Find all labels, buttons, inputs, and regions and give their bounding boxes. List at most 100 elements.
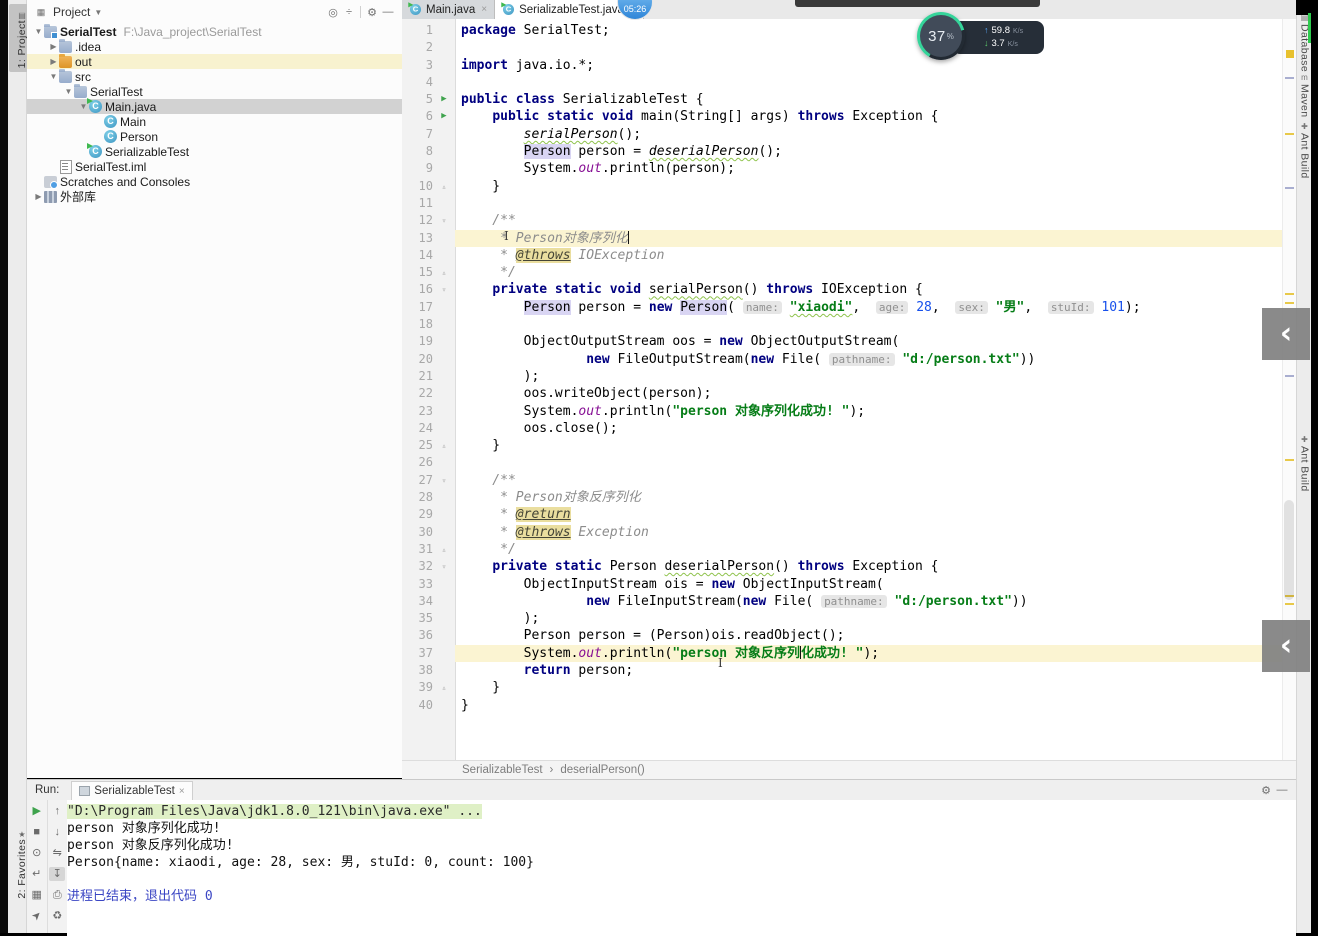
run-icon[interactable]: ▶ bbox=[29, 804, 45, 818]
collapse-left-chevron-overlay[interactable]: ‹ bbox=[1262, 308, 1310, 360]
editor-line[interactable]: 22 oos.writeObject(person); bbox=[402, 385, 1282, 402]
editor-line[interactable]: 4 bbox=[402, 74, 1282, 91]
code-editor[interactable]: 1package SerialTest;2 3import java.io.*;… bbox=[402, 19, 1282, 760]
fold-marker-icon[interactable]: ▵ bbox=[433, 679, 455, 696]
layout-icon[interactable]: ▦ bbox=[29, 888, 45, 902]
run-console-output[interactable]: "D:\Program Files\Java\jdk1.8.0_121\bin\… bbox=[67, 800, 1296, 936]
tree-item[interactable]: SerializableTest bbox=[27, 144, 402, 159]
camera-icon[interactable]: ⊙ bbox=[29, 846, 45, 860]
fold-marker-icon[interactable]: ▵ bbox=[433, 264, 455, 281]
collapse-left-chevron-overlay[interactable]: ‹ bbox=[1262, 620, 1310, 672]
fold-marker-icon[interactable]: ▿ bbox=[433, 472, 455, 489]
editor-scrollbar-thumb[interactable] bbox=[1284, 500, 1294, 600]
close-icon[interactable]: × bbox=[481, 4, 487, 15]
enter-icon[interactable]: ↵ bbox=[29, 867, 45, 881]
editor-line[interactable]: 31▵ */ bbox=[402, 541, 1282, 558]
editor-line[interactable]: 21 ); bbox=[402, 368, 1282, 385]
info-stripe-mark[interactable] bbox=[1285, 375, 1294, 377]
hide-panel-icon[interactable]: — bbox=[1274, 784, 1290, 796]
tree-collapse-chevron[interactable]: ▼ bbox=[48, 72, 59, 81]
toolwindow-tab-maven[interactable]: mMaven bbox=[1297, 73, 1312, 118]
editor-line[interactable]: 1package SerialTest; bbox=[402, 22, 1282, 39]
editor-line[interactable]: 17 Person person = new Person( name: "xi… bbox=[402, 299, 1282, 316]
editor-line[interactable]: 15▵ */ bbox=[402, 264, 1282, 281]
fold-marker-icon[interactable]: ▿ bbox=[433, 212, 455, 229]
editor-line[interactable]: 38 return person; bbox=[402, 662, 1282, 679]
editor-line[interactable]: 9 System.out.println(person); bbox=[402, 160, 1282, 177]
collapse-all-icon[interactable]: ÷ bbox=[341, 6, 357, 18]
editor-line[interactable]: 3import java.io.*; bbox=[402, 57, 1282, 74]
editor-tab-main-java[interactable]: Main.java× bbox=[402, 0, 495, 19]
tree-item[interactable]: ▼SerialTestF:\Java_project\SerialTest bbox=[27, 24, 402, 39]
breadcrumb-class[interactable]: SerializableTest bbox=[462, 764, 543, 776]
editor-line[interactable]: 37 System.out.println("person 对象反序列化成功! … bbox=[402, 645, 1282, 662]
toolwindow-tab-ant-build[interactable]: ✚Ant Build bbox=[1297, 435, 1312, 492]
tree-item[interactable]: ▼SerialTest bbox=[27, 84, 402, 99]
close-icon[interactable]: × bbox=[179, 786, 185, 797]
gear-icon[interactable]: ⚙ bbox=[364, 6, 380, 19]
wrap-icon[interactable]: ⇋ bbox=[49, 846, 65, 860]
editor-line[interactable]: 23 System.out.println("person 对象序列化成功! "… bbox=[402, 403, 1282, 420]
tree-item[interactable]: ▶out bbox=[27, 54, 402, 69]
tree-item[interactable]: SerialTest.iml bbox=[27, 159, 402, 174]
editor-line[interactable]: 26 bbox=[402, 454, 1282, 471]
tree-item[interactable]: Person bbox=[27, 129, 402, 144]
warning-stripe-mark[interactable] bbox=[1285, 603, 1294, 605]
cpu-usage-gauge-overlay[interactable]: 37 % bbox=[917, 12, 965, 60]
editor-line[interactable]: 14 * @throws IOException bbox=[402, 247, 1282, 264]
editor-line[interactable]: 19 ObjectOutputStream oos = new ObjectOu… bbox=[402, 333, 1282, 350]
project-panel-title[interactable]: Project bbox=[53, 5, 90, 19]
stop-icon[interactable]: ■ bbox=[29, 825, 45, 839]
tree-item[interactable]: ▼src bbox=[27, 69, 402, 84]
editor-line[interactable]: 11 bbox=[402, 195, 1282, 212]
hide-panel-icon[interactable]: — bbox=[380, 6, 396, 18]
editor-line[interactable]: 40} bbox=[402, 697, 1282, 714]
tree-item[interactable]: Scratches and Consoles bbox=[27, 174, 402, 189]
tree-item[interactable]: ▶.idea bbox=[27, 39, 402, 54]
tree-item[interactable]: ▶外部库 bbox=[27, 189, 402, 204]
editor-line[interactable]: 35 ); bbox=[402, 610, 1282, 627]
fold-marker-icon[interactable]: ▿ bbox=[433, 281, 455, 298]
file-status-warning-marker[interactable] bbox=[1286, 50, 1294, 58]
down-icon[interactable]: ↓ bbox=[49, 825, 65, 839]
editor-line[interactable]: 8 Person person = deserialPerson(); bbox=[402, 143, 1282, 160]
editor-line[interactable]: 12▿ /** bbox=[402, 212, 1282, 229]
editor-line[interactable]: 16▿ private static void serialPerson() t… bbox=[402, 281, 1282, 298]
fold-marker-icon[interactable]: ▵ bbox=[433, 541, 455, 558]
editor-line[interactable]: 24 oos.close(); bbox=[402, 420, 1282, 437]
warning-stripe-mark[interactable] bbox=[1285, 302, 1294, 304]
editor-line[interactable]: 7 serialPerson(); bbox=[402, 126, 1282, 143]
tree-collapse-chevron[interactable]: ▼ bbox=[33, 27, 44, 36]
info-stripe-mark[interactable] bbox=[1285, 187, 1294, 189]
print-icon[interactable]: ⎙ bbox=[49, 888, 65, 902]
warning-stripe-mark[interactable] bbox=[1285, 293, 1294, 295]
editor-line[interactable]: 36 Person person = (Person)ois.readObjec… bbox=[402, 627, 1282, 644]
up-icon[interactable]: ↑ bbox=[49, 804, 65, 818]
editor-line[interactable]: 20 new FileOutputStream(new File( pathna… bbox=[402, 351, 1282, 368]
editor-line[interactable]: 39▵ } bbox=[402, 679, 1282, 696]
run-line-icon[interactable]: ▶ bbox=[433, 91, 455, 108]
toolwindow-tab-ant-build[interactable]: ✚Ant Build bbox=[1297, 122, 1312, 179]
scrollend-icon[interactable]: ↧ bbox=[49, 867, 65, 881]
locate-icon[interactable]: ◎ bbox=[325, 6, 341, 19]
editor-line[interactable]: 6▶ public static void main(String[] args… bbox=[402, 108, 1282, 125]
info-stripe-mark[interactable] bbox=[1285, 77, 1294, 79]
editor-line[interactable]: 18 bbox=[402, 316, 1282, 333]
tree-expand-chevron[interactable]: ▶ bbox=[48, 57, 59, 66]
editor-line[interactable]: 32▿ private static Person deserialPerson… bbox=[402, 558, 1282, 575]
fold-marker-icon[interactable]: ▵ bbox=[433, 178, 455, 195]
editor-line[interactable]: 10▵ } bbox=[402, 178, 1282, 195]
editor-line[interactable]: 29 * @return bbox=[402, 506, 1282, 523]
breadcrumb-method[interactable]: deserialPerson() bbox=[560, 764, 644, 776]
tree-item[interactable]: Main bbox=[27, 114, 402, 129]
editor-line[interactable]: 2 bbox=[402, 39, 1282, 56]
editor-line[interactable]: 34 new FileInputStream(new File( pathnam… bbox=[402, 593, 1282, 610]
pin-icon[interactable]: ➤ bbox=[26, 905, 47, 926]
tree-collapse-chevron[interactable]: ▼ bbox=[63, 87, 74, 96]
warning-stripe-mark[interactable] bbox=[1285, 133, 1294, 135]
fold-marker-icon[interactable]: ▵ bbox=[433, 437, 455, 454]
editor-line[interactable]: 13 * Person对象序列化 bbox=[402, 230, 1282, 247]
tree-item[interactable]: ▼Main.java bbox=[27, 99, 402, 114]
tree-expand-chevron[interactable]: ▶ bbox=[48, 42, 59, 51]
run-line-icon[interactable]: ▶ bbox=[433, 108, 455, 125]
